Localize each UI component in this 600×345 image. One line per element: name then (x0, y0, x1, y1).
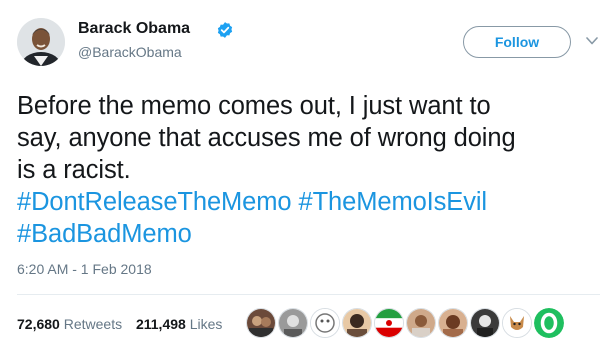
likes-label: Likes (189, 316, 223, 332)
avatar-photo (17, 18, 65, 66)
tweet-timestamp[interactable]: 6:20 AM - 1 Feb 2018 (17, 261, 152, 277)
tweet-text: Before the memo comes out, I just want t… (17, 90, 592, 250)
liker-avatar[interactable] (406, 308, 436, 338)
retweets-label: Retweets (63, 316, 123, 332)
author-display-name[interactable]: Barack Obama (78, 20, 190, 38)
liker-avatar[interactable] (470, 308, 500, 338)
retweets-stat[interactable]: 72,680 Retweets (17, 316, 122, 332)
liker-avatar[interactable] (310, 308, 340, 338)
divider (17, 294, 600, 295)
tweet-line: is a racist. (17, 156, 131, 184)
liker-avatar[interactable] (278, 308, 308, 338)
hashtag-line: #DontReleaseTheMemo #TheMemoIsEvil (17, 186, 592, 218)
hashtag-link[interactable]: #DontReleaseTheMemo (17, 188, 292, 216)
tweet-stats: 72,680 Retweets 211,498 Likes (17, 316, 232, 332)
likes-stat[interactable]: 211,498 Likes (136, 316, 222, 332)
liker-avatar[interactable] (438, 308, 468, 338)
liker-avatar[interactable] (534, 308, 564, 338)
hashtag-link[interactable]: #BadBadMemo (17, 220, 192, 248)
tweet-line: say, anyone that accuses me of wrong doi… (17, 124, 516, 152)
verified-badge-icon (217, 22, 233, 38)
avatar[interactable] (17, 18, 65, 66)
tweet-line: Before the memo comes out, I just want t… (17, 92, 491, 120)
chevron-down-icon[interactable] (586, 36, 598, 46)
hashtag-line: #BadBadMemo (17, 218, 592, 250)
follow-button[interactable]: Follow (463, 26, 571, 58)
author-handle[interactable]: @BarackObama (78, 44, 182, 60)
liker-avatar[interactable] (342, 308, 372, 338)
liker-avatar[interactable] (374, 308, 404, 338)
retweets-count: 72,680 (17, 316, 60, 332)
hashtag-link[interactable]: #TheMemoIsEvil (299, 188, 488, 216)
liker-avatar[interactable] (246, 308, 276, 338)
liker-avatar[interactable] (502, 308, 532, 338)
likes-count: 211,498 (135, 316, 186, 332)
liker-avatars (246, 306, 566, 340)
